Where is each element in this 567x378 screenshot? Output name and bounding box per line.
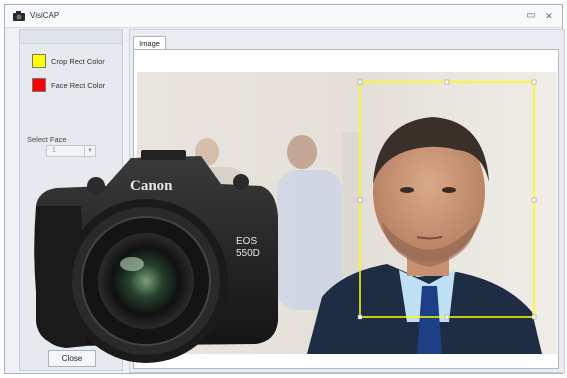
- camera-model-line2: 550D: [236, 248, 260, 259]
- title-bar: VisiCAP ▭ ✕: [5, 5, 562, 28]
- face-rect-color-swatch[interactable]: [32, 78, 46, 92]
- camera-brand: Canon: [130, 178, 173, 194]
- close-icon[interactable]: ✕: [542, 10, 556, 22]
- face-rect-color-label: Face Rect Color: [51, 81, 106, 90]
- crop-rect-color-label: Crop Rect Color: [51, 57, 105, 66]
- app-icon: [13, 11, 25, 21]
- panel-header: [20, 30, 122, 44]
- tab-image[interactable]: Image: [133, 36, 166, 50]
- minimize-icon[interactable]: ▭: [524, 10, 538, 22]
- camera-image: Canon EOS 550D: [34, 150, 278, 363]
- crop-rect-color-swatch[interactable]: [32, 54, 46, 68]
- window-title: VisiCAP: [30, 11, 60, 20]
- select-face-label: Select Face: [27, 135, 67, 144]
- camera-model-line1: EOS: [236, 236, 257, 247]
